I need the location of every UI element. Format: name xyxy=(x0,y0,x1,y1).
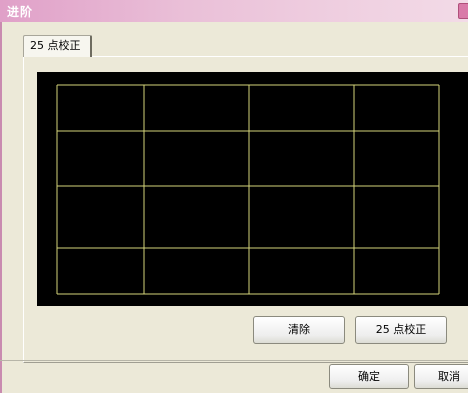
cancel-button[interactable]: 取消 xyxy=(414,364,468,389)
close-icon[interactable] xyxy=(458,3,468,19)
calibrate-25-point-button[interactable]: 25 点校正 xyxy=(355,316,447,344)
footer-separator xyxy=(0,360,468,361)
dialog-window: 进阶 25 点校正 清除 25 点校正 确定 取消 xyxy=(0,0,468,393)
window-border xyxy=(0,22,2,393)
title-bar[interactable]: 进阶 xyxy=(0,0,468,22)
calibration-canvas[interactable] xyxy=(37,72,468,306)
window-title: 进阶 xyxy=(7,5,34,19)
tab-25-point-calibration[interactable]: 25 点校正 xyxy=(23,35,92,57)
clear-button[interactable]: 清除 xyxy=(253,316,345,344)
tab-strip-line xyxy=(93,56,468,57)
ok-button[interactable]: 确定 xyxy=(329,364,409,389)
calibration-grid xyxy=(56,84,440,295)
